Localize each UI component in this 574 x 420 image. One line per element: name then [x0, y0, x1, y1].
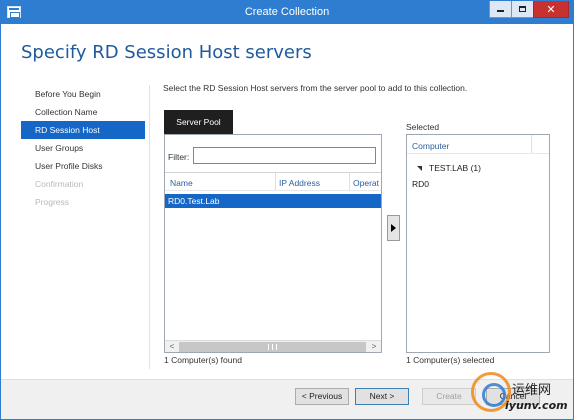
- server-pool-panel: Filter: Name IP Address Operat RD0.Test.…: [164, 134, 382, 353]
- selected-count-text: 1 Computer(s) selected: [406, 355, 495, 365]
- column-header-name[interactable]: Name: [170, 178, 193, 188]
- instruction-text: Select the RD Session Host servers from …: [163, 83, 468, 93]
- column-header-computer[interactable]: Computer: [412, 141, 449, 151]
- next-button[interactable]: Next >: [355, 388, 409, 405]
- group-row[interactable]: TEST.LAB (1): [417, 163, 481, 173]
- maximize-icon: [519, 6, 526, 12]
- minimize-button[interactable]: [489, 1, 512, 18]
- step-rd-session-host[interactable]: RD Session Host: [21, 121, 145, 139]
- selected-label: Selected: [406, 122, 440, 132]
- filter-label: Filter:: [168, 152, 190, 162]
- list-item[interactable]: RD0: [412, 179, 429, 189]
- expand-collapse-icon[interactable]: [417, 165, 422, 171]
- step-collection-name[interactable]: Collection Name: [21, 103, 145, 121]
- close-icon: ✕: [546, 2, 556, 16]
- scroll-right-icon[interactable]: >: [368, 342, 380, 352]
- minimize-icon: [497, 10, 504, 12]
- page-title: Specify RD Session Host servers: [21, 42, 312, 63]
- grip-icon: [268, 344, 277, 350]
- divider: [407, 153, 549, 154]
- step-before-you-begin[interactable]: Before You Begin: [21, 85, 145, 103]
- close-button[interactable]: ✕: [533, 1, 569, 18]
- table-row[interactable]: RD0.Test.Lab: [165, 194, 381, 208]
- column-header-operating-system[interactable]: Operat: [353, 178, 379, 188]
- previous-button[interactable]: < Previous: [295, 388, 349, 405]
- watermark-text: 运维网: [512, 383, 552, 398]
- filter-input[interactable]: [193, 147, 376, 164]
- step-user-profile-disks[interactable]: User Profile Disks: [21, 157, 145, 175]
- step-user-groups[interactable]: User Groups: [21, 139, 145, 157]
- tab-server-pool[interactable]: Server Pool: [164, 110, 233, 134]
- column-divider: [275, 173, 276, 190]
- step-confirmation: Confirmation: [35, 179, 84, 189]
- divider: [165, 190, 381, 191]
- watermark-url: iyunv.com: [505, 399, 568, 412]
- column-divider: [531, 135, 532, 153]
- maximize-button[interactable]: [511, 1, 534, 18]
- step-progress: Progress: [35, 197, 70, 207]
- create-collection-window: Create Collection ✕ Specify RD Session H…: [0, 0, 574, 420]
- pool-count-text: 1 Computer(s) found: [164, 355, 242, 365]
- move-right-icon: [391, 224, 396, 232]
- scroll-left-icon[interactable]: <: [166, 342, 178, 352]
- title-bar[interactable]: Create Collection ✕: [1, 1, 573, 24]
- column-divider: [349, 173, 350, 190]
- wizard-steps: Before You Begin Collection Name RD Sess…: [21, 85, 145, 211]
- column-header-ip-address[interactable]: IP Address: [279, 178, 320, 188]
- window-title: Create Collection: [244, 6, 330, 18]
- selected-panel: Computer TEST.LAB (1) RD0: [406, 134, 550, 353]
- horizontal-scrollbar[interactable]: < >: [165, 340, 381, 352]
- add-to-selected-button[interactable]: [387, 215, 400, 241]
- sidebar-divider: [149, 85, 150, 369]
- create-button: Create: [422, 388, 476, 405]
- group-label: TEST.LAB (1): [429, 163, 481, 173]
- scrollbar-thumb[interactable]: [179, 342, 366, 352]
